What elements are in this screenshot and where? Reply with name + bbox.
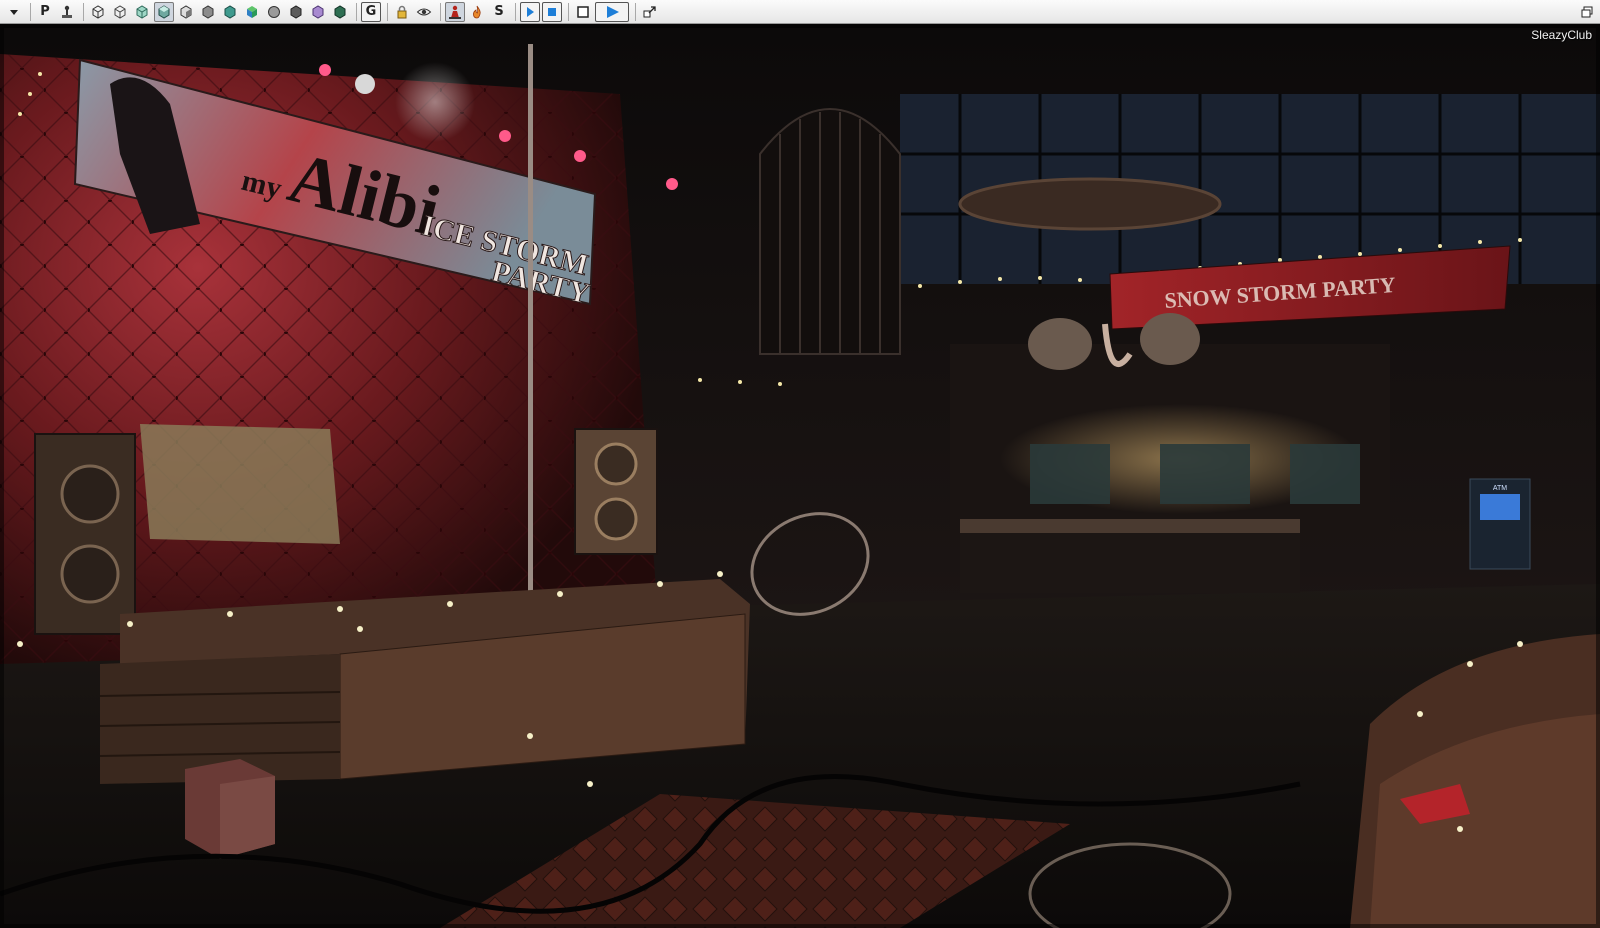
square-outline-icon xyxy=(577,5,589,18)
toolbar-separator xyxy=(387,2,388,21)
toolbar-separator xyxy=(568,2,569,21)
detail-lighting-button[interactable] xyxy=(176,2,196,22)
lock-icon xyxy=(397,5,407,18)
maximize-viewport-button[interactable] xyxy=(573,2,593,22)
cube-green-icon xyxy=(136,4,148,19)
rendered-scene: my Alibi ICE STORM PARTY SNOW STORM PART… xyxy=(0,24,1600,928)
tear-off-viewport-button[interactable] xyxy=(640,2,660,22)
wireframe-button[interactable] xyxy=(110,2,130,22)
eye-icon xyxy=(416,8,432,15)
stats-button[interactable]: S xyxy=(489,2,509,22)
toolbar-separator xyxy=(440,2,441,21)
map-name-label: SleazyClub xyxy=(1531,28,1592,42)
joystick-icon xyxy=(62,5,72,18)
realtime-preview-button[interactable] xyxy=(57,2,77,22)
cube-dark-green-icon xyxy=(334,4,346,19)
perspective-view-button[interactable]: P xyxy=(35,2,55,22)
actor-red-icon xyxy=(449,5,461,19)
sphere-icon xyxy=(268,5,280,18)
play-icon xyxy=(607,5,619,18)
atm-machine: ATM xyxy=(1469,478,1531,570)
reflections-button[interactable] xyxy=(330,2,350,22)
hanging-birdcage xyxy=(759,108,901,355)
light-complexity-button[interactable] xyxy=(220,2,240,22)
stage-pole xyxy=(528,44,533,599)
editor-window: P G S my Alibi ICE STORM PARTY SNOW STOR… xyxy=(0,0,1600,928)
brush-wireframe-button[interactable] xyxy=(88,2,108,22)
toolbar-separator xyxy=(30,2,31,21)
lightmap-icon xyxy=(290,4,302,19)
lighting-only-button[interactable] xyxy=(198,2,218,22)
cube-shaded-icon xyxy=(180,4,192,19)
undock-icon xyxy=(643,5,656,17)
restore-window-button[interactable] xyxy=(1580,4,1594,18)
shader-complexity-button[interactable] xyxy=(264,2,284,22)
toolbar-separator xyxy=(635,2,636,21)
wireframe-cube-icon xyxy=(92,4,104,19)
cube-outline-icon xyxy=(114,4,126,19)
game-view-toggle[interactable]: G xyxy=(361,1,381,22)
lighting-components-button[interactable] xyxy=(308,2,328,22)
dynamic-shadows-button[interactable] xyxy=(445,1,465,22)
cube-lit-icon xyxy=(158,4,170,19)
restore-icon xyxy=(1581,6,1593,18)
cube-purple-icon xyxy=(312,4,324,19)
viewport-toolbar: P G S xyxy=(0,0,1600,24)
play-in-editor-button[interactable] xyxy=(595,1,629,22)
stop-button[interactable] xyxy=(542,1,562,22)
play-small-icon xyxy=(527,6,534,17)
cube-multicolor-icon xyxy=(247,5,257,18)
post-process-button[interactable] xyxy=(467,2,487,22)
lightmap-density-button[interactable] xyxy=(286,2,306,22)
texture-density-button[interactable] xyxy=(242,2,262,22)
toolbar-separator xyxy=(356,2,357,21)
stop-icon xyxy=(548,7,556,16)
lock-selection-button[interactable] xyxy=(392,2,412,22)
fire-icon xyxy=(473,5,481,18)
chevron-down-icon xyxy=(10,9,18,15)
atm-label: ATM xyxy=(1493,485,1507,492)
cardboard-box xyxy=(185,759,275,859)
ceiling-ring xyxy=(958,177,1222,231)
level-viewport[interactable]: my Alibi ICE STORM PARTY SNOW STORM PART… xyxy=(0,24,1600,928)
lit-button[interactable] xyxy=(154,1,174,22)
torn-poster xyxy=(140,424,340,544)
show-hidden-button[interactable] xyxy=(414,2,434,22)
toolbar-separator xyxy=(515,2,516,21)
speaker-right xyxy=(574,428,658,555)
speaker-left xyxy=(34,433,136,635)
cube-grey-icon xyxy=(202,4,214,19)
play-in-viewport-button[interactable] xyxy=(520,1,540,22)
viewport-options-dropdown[interactable] xyxy=(4,2,24,22)
cube-teal-icon xyxy=(224,4,236,19)
unlit-button[interactable] xyxy=(132,2,152,22)
toolbar-separator xyxy=(83,2,84,21)
